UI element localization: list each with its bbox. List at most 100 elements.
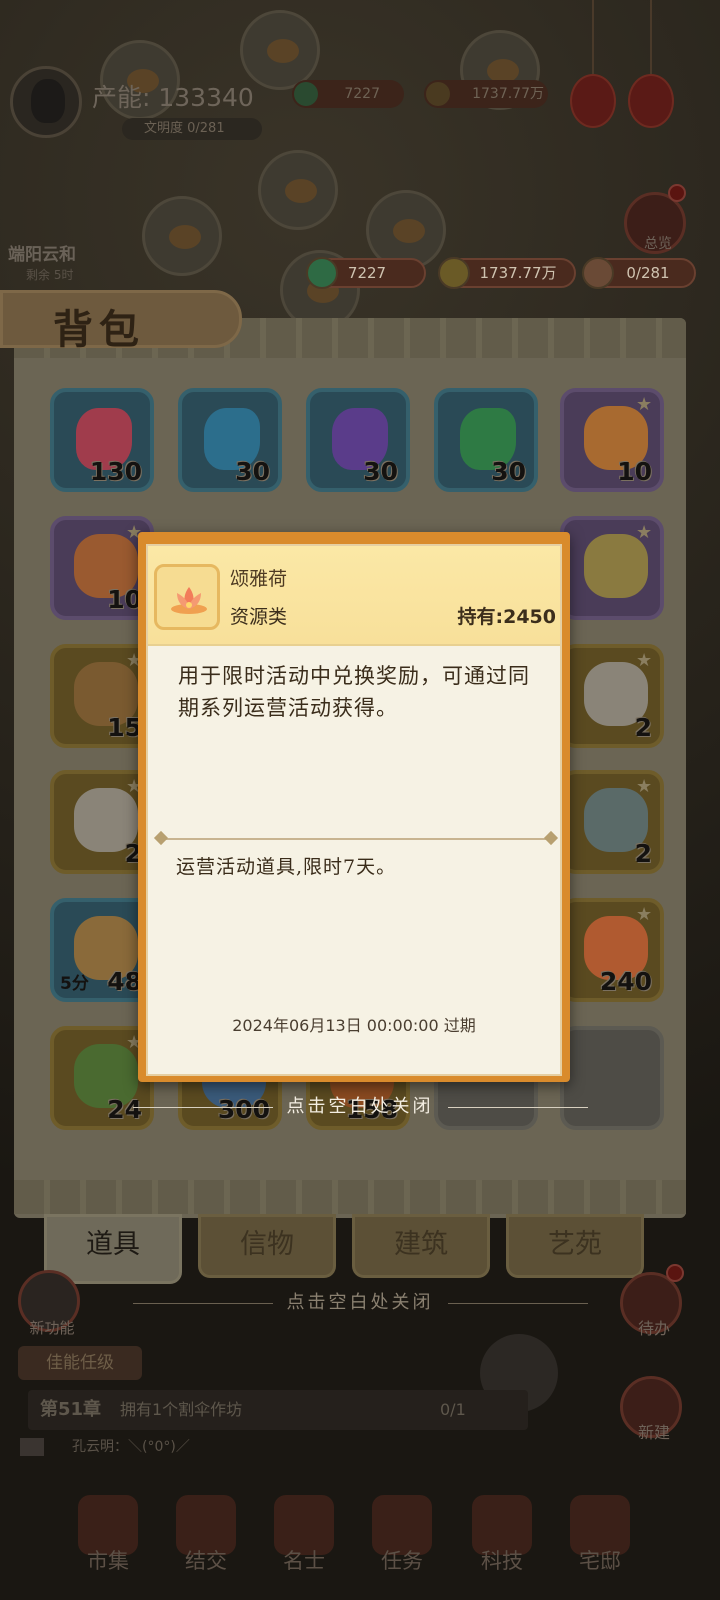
item-count: 30 (235, 457, 270, 486)
item-count: 2 (634, 839, 652, 868)
prosperity-label: 文明度 0/281 (122, 118, 262, 140)
quest-bar[interactable]: 第51章 拥有1个割伞作坊 0/1 (28, 1390, 528, 1430)
tab-arts-label: 艺苑 (548, 1229, 602, 1260)
nav-tasks[interactable]: 任务 (362, 1495, 442, 1595)
item-slot[interactable]: ★ 240 (560, 898, 664, 1002)
tab-arts[interactable]: 艺苑 (506, 1214, 644, 1278)
tab-tokens[interactable]: 信物 (198, 1214, 336, 1278)
lantern-button[interactable] (570, 74, 616, 128)
item-slot[interactable]: 30 (434, 388, 538, 492)
item-slot[interactable]: 30 (178, 388, 282, 492)
divider-ornament (153, 830, 169, 846)
nav-scholars[interactable]: 名士 (264, 1495, 344, 1595)
item-slot[interactable]: 30 (306, 388, 410, 492)
star-icon: ★ (636, 776, 653, 797)
backpack-title-tab: 背包 (0, 290, 242, 353)
nav-market-label: 市集 (87, 1549, 129, 1573)
close-hint-text: 点击空白处关闭 (286, 1292, 434, 1313)
nav-befriend[interactable]: 结交 (166, 1495, 246, 1595)
item-timer-tag: 5分 (60, 974, 89, 994)
top-jade-value: 7227 (344, 86, 380, 102)
item-count: 30 (363, 457, 398, 486)
nav-tech[interactable]: 科技 (462, 1495, 542, 1595)
new-feature-button[interactable]: 新功能 (18, 1270, 80, 1337)
item-count: 130 (89, 457, 142, 486)
popup-divider (153, 830, 559, 846)
top-jade-counter: 7227 (292, 80, 404, 108)
copper-value: 1737.77万 (479, 264, 557, 282)
item-expiry: 2024年06月13日 00:00:00 过期 (232, 1016, 476, 1035)
close-hint-dim[interactable]: 点击空白处关闭 (0, 1288, 720, 1314)
item-slot[interactable]: ★ 2 (560, 770, 664, 874)
top-copper-value: 1737.77万 (472, 86, 544, 102)
lantern-cord (592, 0, 594, 74)
quest-title[interactable]: 佳能任级 (18, 1346, 142, 1380)
chat-line[interactable]: 孔云明：＼(°0°)／ (20, 1436, 190, 1456)
item-icon-frame (154, 564, 220, 630)
backpack-title: 背包 (53, 306, 145, 353)
overview-label: 总览 (644, 236, 672, 252)
lotus-icon (171, 587, 207, 614)
speaker-icon (20, 1438, 44, 1456)
lantern-button[interactable] (628, 74, 674, 128)
pending-label: 待办 (637, 1319, 670, 1338)
item-owned-count: 持有:2450 (457, 606, 556, 628)
jade-shard-icon (584, 534, 648, 598)
nav-mansion-label: 宅邸 (579, 1549, 621, 1573)
lantern-cord (650, 0, 652, 74)
divider-ornament (543, 830, 559, 846)
hint-line (447, 1302, 588, 1304)
item-count: 10 (107, 585, 142, 614)
star-icon: ★ (636, 650, 653, 671)
close-hint-text: 点击空白处关闭 (286, 1096, 434, 1117)
event-name: 端阳云和 (8, 245, 76, 265)
item-count: 48 (107, 967, 142, 996)
power-label: 产能: 133340 (92, 83, 254, 112)
item-category: 资源类 (230, 606, 288, 628)
new-feature-label: 新功能 (29, 1319, 75, 1337)
item-count: 2 (634, 713, 652, 742)
popup-paper: 颂雅荷 资源类 持有:2450 用于限时活动中兑换奖励，可通过同期系列运营活动获… (146, 544, 562, 1076)
event-timer: 剩余 5时 (26, 268, 74, 282)
scroll-icon (582, 257, 614, 289)
jade-counter[interactable]: 7227 (306, 257, 426, 289)
resource-bubble[interactable] (142, 196, 222, 276)
item-count: 30 (491, 457, 526, 486)
notification-badge (666, 1264, 684, 1282)
nav-tech-label: 科技 (481, 1549, 523, 1573)
copper-counter[interactable]: 1737.77万 (438, 257, 576, 289)
jade-coin-icon (306, 257, 338, 289)
item-slot[interactable]: ★ 10 (560, 388, 664, 492)
player-profile[interactable]: 产能: 133340 文明度 0/281 (10, 66, 262, 140)
scroll-value: 0/281 (626, 264, 670, 282)
item-count: 15 (107, 713, 142, 742)
close-hint[interactable]: 点击空白处关闭 (0, 1092, 720, 1118)
build-label: 新建 (637, 1423, 670, 1442)
resource-bubble[interactable] (258, 150, 338, 230)
item-slot[interactable]: 130 (50, 388, 154, 492)
quest-progress: 0/1 (440, 1400, 466, 1419)
item-count: 10 (617, 457, 652, 486)
popup-header: 颂雅荷 资源类 持有:2450 (148, 546, 560, 646)
nav-scholars-label: 名士 (283, 1549, 325, 1573)
hint-line (447, 1106, 588, 1108)
build-button[interactable]: 新建 (620, 1376, 682, 1442)
notification-badge (668, 184, 686, 202)
hint-line (132, 1106, 273, 1108)
backpack-bottom-border (14, 1180, 686, 1214)
item-slot[interactable]: ★ (560, 516, 664, 620)
jade-coin-icon (294, 82, 318, 106)
scroll-counter[interactable]: 0/281 (582, 257, 696, 289)
jade-value: 7227 (347, 264, 387, 282)
star-icon: ★ (636, 394, 653, 415)
item-detail-popup: 颂雅荷 资源类 持有:2450 用于限时活动中兑换奖励，可通过同期系列运营活动获… (138, 532, 570, 1082)
tab-buildings-label: 建筑 (394, 1229, 448, 1260)
avatar[interactable] (10, 66, 82, 138)
item-description: 用于限时活动中兑换奖励，可通过同期系列运营活动获得。 (178, 664, 530, 720)
tab-buildings[interactable]: 建筑 (352, 1214, 490, 1278)
tab-tokens-label: 信物 (240, 1229, 294, 1260)
item-slot[interactable]: ★ 2 (560, 644, 664, 748)
nav-market[interactable]: 市集 (68, 1495, 148, 1595)
nav-mansion[interactable]: 宅邸 (560, 1495, 640, 1595)
tab-items-label: 道具 (86, 1229, 140, 1260)
